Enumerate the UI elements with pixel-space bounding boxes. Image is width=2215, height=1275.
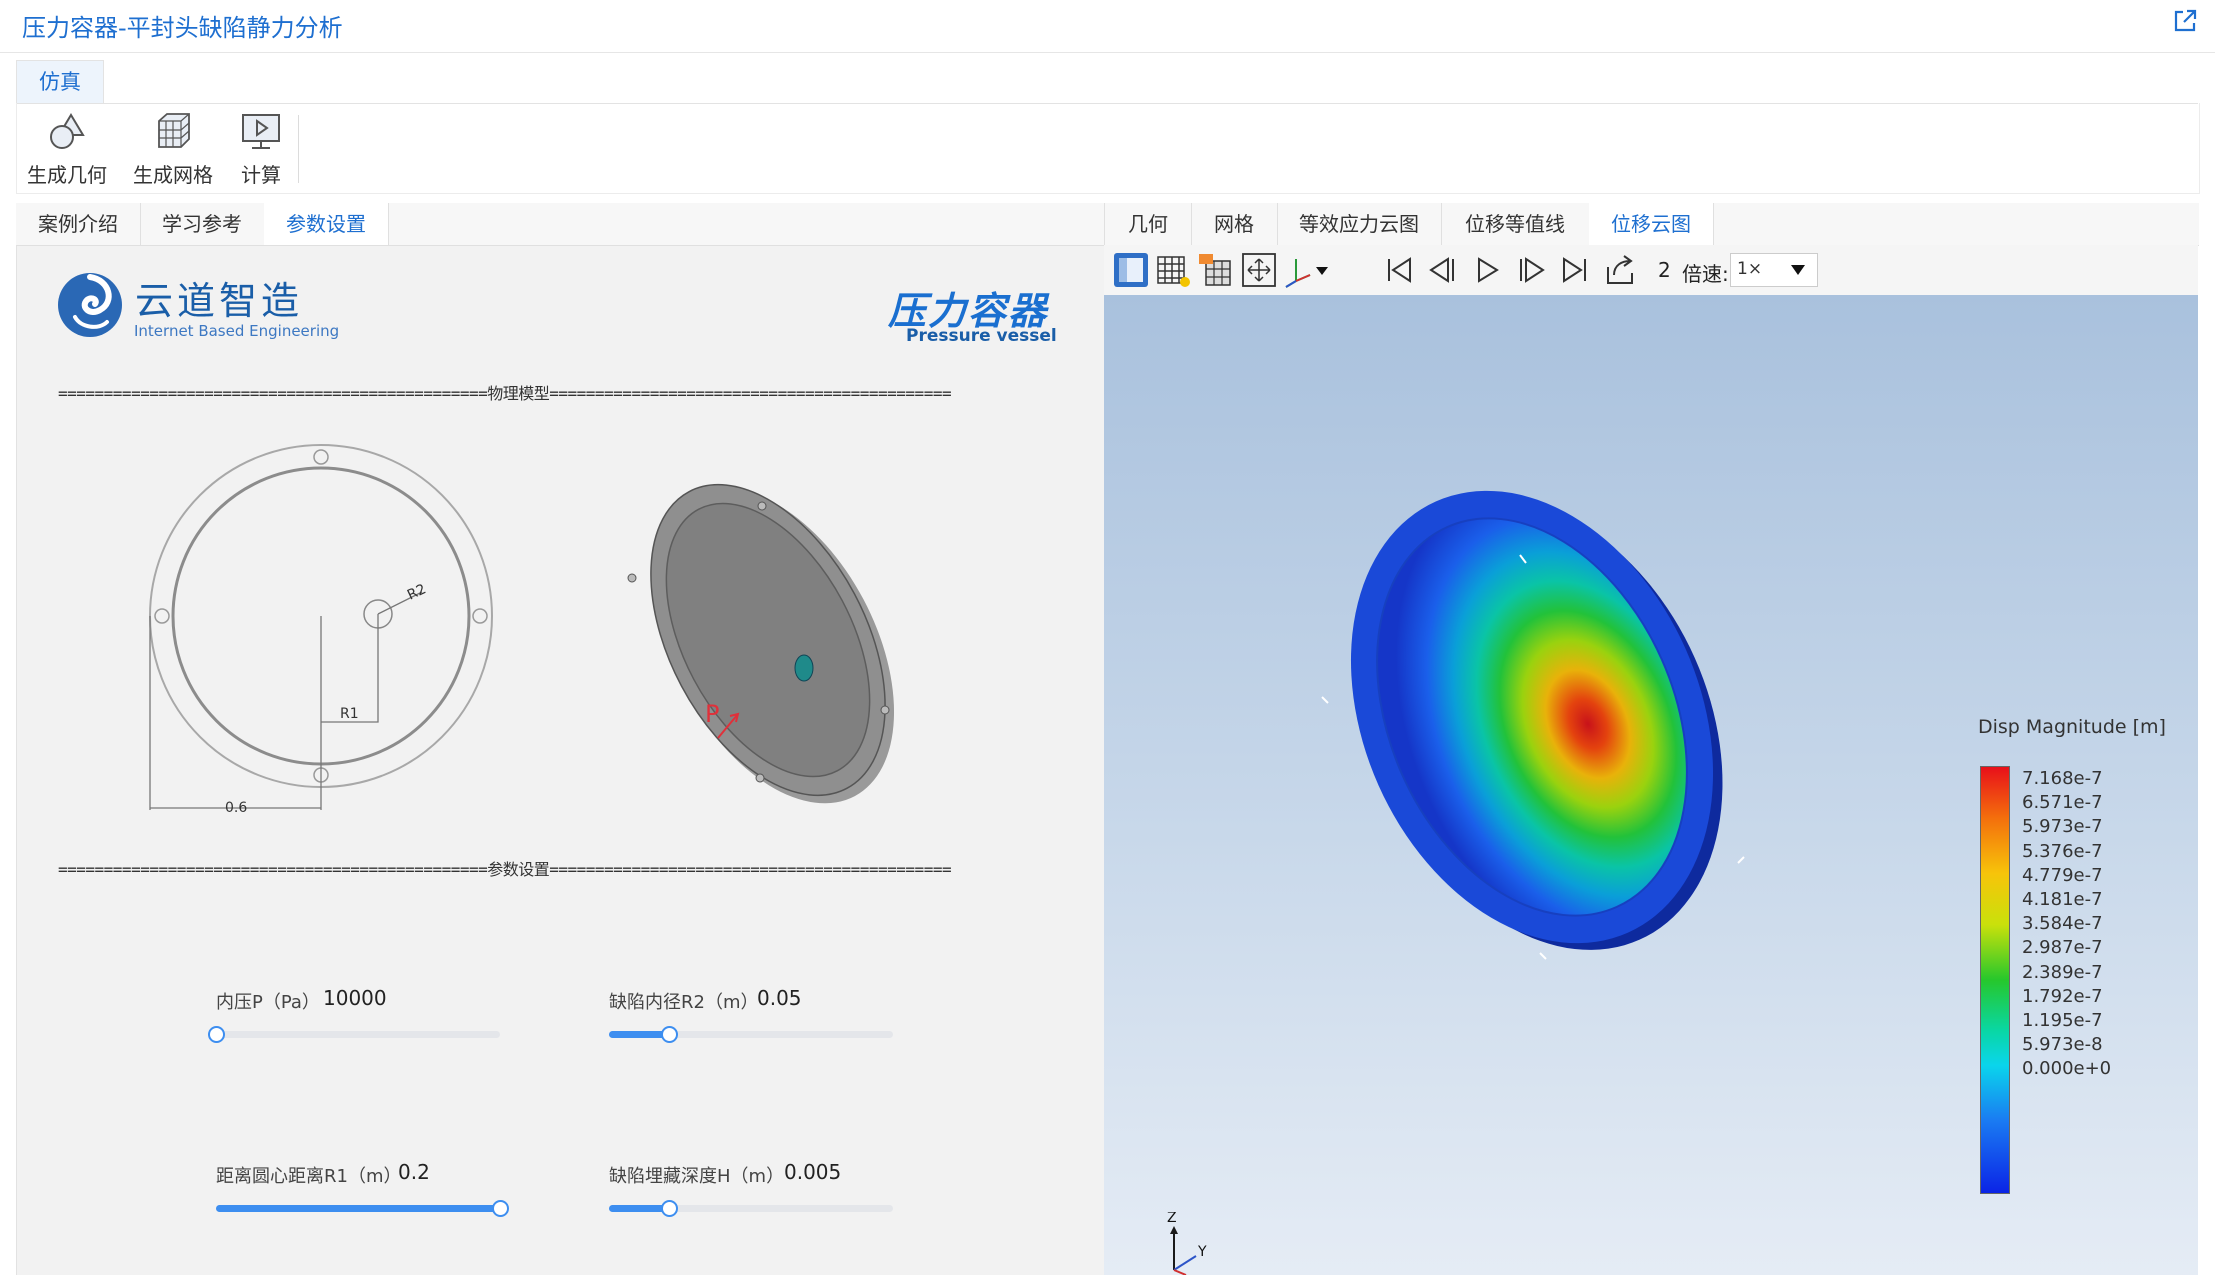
param-center-distance-label: 距离圆心距离R1（m） [216,1166,402,1187]
colorbar-tick-label: 6.571e-7 [2022,792,2103,814]
param-defect-depth-value: 0.005 [784,1160,842,1184]
axis-z-label: Z [1167,1212,1177,1226]
colorbar-tick-label: 4.779e-7 [2022,864,2103,886]
ribbon-separator [298,115,299,183]
colorbar-tick-label: 5.973e-7 [2022,816,2103,838]
slider-thumb[interactable] [208,1026,225,1043]
slider-thumb[interactable] [660,1200,678,1217]
colorbar-tick-label: 1.792e-7 [2022,985,2103,1007]
colorbar-tick-label: 2.389e-7 [2022,961,2103,983]
param-defect-depth-slider[interactable] [609,1200,893,1217]
first-frame-icon[interactable] [1380,251,1418,289]
param-defect-depth-label: 缺陷埋藏深度H（m） [609,1166,785,1187]
generate-mesh-button[interactable]: 生成网格 [125,111,221,191]
compute-button[interactable]: 计算 [229,111,293,191]
tab-displacement-contour-map[interactable]: 位移云图 [1589,203,1714,245]
generate-mesh-label: 生成网格 [133,163,213,187]
pressure-vessel-badge-subtitle: Pressure vessel [906,326,1057,346]
left-tab-bar: 案例介绍 学习参考 参数设置 [16,203,1104,246]
geometry-diagram: R1 R2 0.6 [149,444,493,816]
slider-thumb[interactable] [492,1200,509,1217]
tab-displacement-contour-lines[interactable]: 位移等值线 [1441,203,1590,245]
tab-learning-reference[interactable]: 学习参考 [140,203,265,245]
param-defect-radius-value: 0.05 [757,986,802,1010]
export-icon[interactable] [1602,251,1640,289]
last-frame-icon[interactable] [1556,251,1594,289]
app-title: 压力容器-平封头缺陷静力分析 [22,14,343,42]
mesh-surface-view-icon[interactable] [1196,251,1234,289]
axis-triad-icon: Z Y [1167,1212,1207,1275]
slider-fill [609,1205,669,1212]
next-frame-icon[interactable] [1512,251,1550,289]
param-center-distance-slider[interactable] [216,1200,509,1217]
slider-fill [609,1031,669,1038]
tab-mesh[interactable]: 网格 [1191,203,1278,245]
divider-physical-model: ========================================… [58,384,952,403]
param-defect-radius-label: 缺陷内径R2（m） [609,992,759,1013]
chevron-down-icon [1791,265,1805,275]
colorbar-tick-label: 7.168e-7 [2022,768,2103,789]
param-pressure-value: 10000 [323,986,387,1010]
geometry-icon [50,113,85,149]
ribbon-toolbar: 生成几何 生成网格 计算 [16,103,2200,194]
mesh-view-icon[interactable] [1154,251,1192,289]
compute-icon [242,114,280,149]
param-defect-radius-slider[interactable] [609,1026,893,1043]
axis-orientation-dropdown-icon[interactable] [1282,251,1330,289]
displacement-contour-model [1321,490,1745,960]
tab-equivalent-stress[interactable]: 等效应力云图 [1277,203,1442,245]
colorbar-tick-label: 4.181e-7 [2022,889,2103,910]
generate-geometry-label: 生成几何 [27,163,107,187]
param-pressure-slider[interactable] [208,1026,500,1043]
colorbar-legend [1980,766,2010,1194]
surface-view-icon[interactable] [1112,251,1150,289]
param-pressure-label: 内压P（Pa） [216,992,320,1013]
mesh-icon [158,113,190,148]
brand-name: 云道智造 [135,279,304,323]
colorbar-tick-label: 3.584e-7 [2022,913,2103,935]
generate-geometry-button[interactable]: 生成几何 [19,111,115,191]
speed-value: 1× [1737,259,1763,279]
right-tab-bar: 几何 网格 等效应力云图 位移等值线 位移云图 [1104,203,2199,246]
colorbar-tick-label: 1.195e-7 [2022,1010,2103,1031]
slider-thumb[interactable] [660,1026,678,1043]
tab-geometry[interactable]: 几何 [1105,203,1192,245]
ribbon-tabs: 仿真 [16,58,2198,104]
divider-parameter-settings: ========================================… [58,860,952,879]
viewer-toolbar [1104,245,2198,295]
pressure-label: P [705,700,719,728]
brand-subtitle: Internet Based Engineering [134,322,340,340]
tab-simulation[interactable]: 仿真 [16,60,104,103]
colorbar-tick-label: 5.376e-7 [2022,840,2103,862]
compute-label: 计算 [241,163,281,187]
label-r1: R1 [340,706,359,722]
play-icon[interactable] [1468,251,1506,289]
model-3d-preview: P [627,483,895,804]
label-distance: 0.6 [225,800,247,816]
colorbar-tick-label: 5.973e-8 [2022,1034,2103,1056]
label-r2: R2 [405,581,429,603]
tab-case-intro[interactable]: 案例介绍 [16,203,141,245]
param-center-distance-value: 0.2 [398,1160,430,1184]
speed-select[interactable]: 1× [1730,253,1818,287]
frame-number: 2 [1658,258,1671,282]
open-external-icon[interactable] [2172,8,2198,34]
previous-frame-icon[interactable] [1424,251,1462,289]
slider-fill [216,1205,500,1212]
colorbar-tick-label: 2.987e-7 [2022,937,2103,959]
colorbar-title: Disp Magnitude [m] [1978,716,2166,738]
fit-view-icon[interactable] [1240,251,1278,289]
speed-label: 倍速: [1682,262,1729,286]
axis-y-label: Y [1197,1244,1207,1260]
tab-parameter-settings[interactable]: 参数设置 [264,203,389,245]
colorbar-tick-label: 0.000e+0 [2022,1058,2112,1080]
